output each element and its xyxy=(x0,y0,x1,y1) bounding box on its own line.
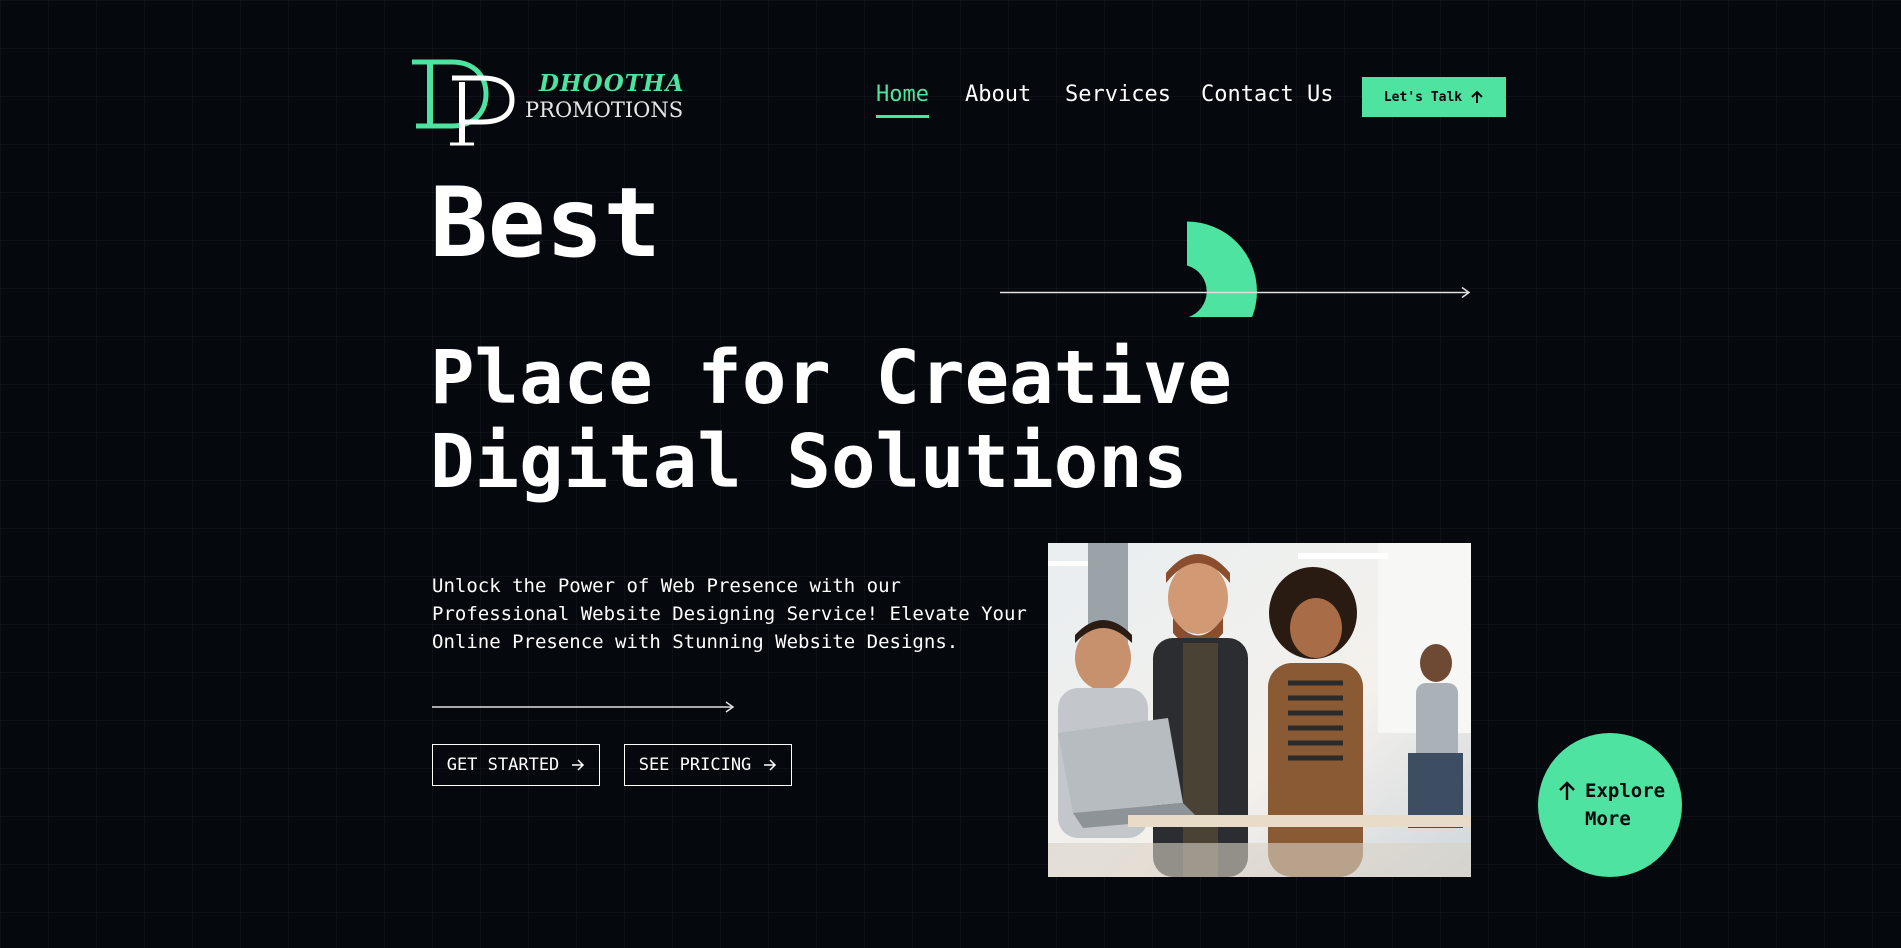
see-pricing-button[interactable]: SEE PRICING xyxy=(624,744,792,786)
team-photo xyxy=(1048,543,1471,877)
brand-logo[interactable]: DHOOTHA PROMOTIONS xyxy=(412,56,683,148)
divider-arrow xyxy=(432,701,735,713)
get-started-label: GET STARTED xyxy=(446,755,560,775)
team-photo-image xyxy=(1048,543,1471,877)
explore-more-button[interactable]: Explore More xyxy=(1538,733,1682,877)
arrow-right-icon xyxy=(764,759,777,771)
see-pricing-label: SEE PRICING xyxy=(638,755,752,775)
get-started-button[interactable]: GET STARTED xyxy=(432,744,600,786)
dp-monogram-icon xyxy=(412,59,515,146)
nav-item-label: Services xyxy=(1065,82,1171,107)
half-circle-shape xyxy=(1187,221,1257,317)
explore-label-line2: More xyxy=(1585,808,1631,830)
nav-item-home[interactable]: Home xyxy=(876,82,929,118)
nav-item-contact[interactable]: Contact Us xyxy=(1201,82,1333,107)
lets-talk-button[interactable]: Let's Talk xyxy=(1362,77,1506,117)
tagline-line: Online Presence with Stunning Website De… xyxy=(432,631,959,653)
active-nav-underline xyxy=(876,115,929,118)
hero-title: Place for Creative Digital Solutions xyxy=(430,336,1232,504)
arrow-up-icon xyxy=(1471,90,1483,103)
lets-talk-label: Let's Talk xyxy=(1383,89,1463,105)
brand-name-primary: DHOOTHA xyxy=(539,70,685,97)
decorative-arrow-line xyxy=(1000,221,1471,317)
hero-tagline: Unlock the Power of Web Presence with ou… xyxy=(432,572,1027,656)
nav-item-about[interactable]: About xyxy=(965,82,1031,107)
hero-headline-word: Best xyxy=(430,167,662,279)
nav-item-services[interactable]: Services xyxy=(1065,82,1171,107)
tagline-line: Unlock the Power of Web Presence with ou… xyxy=(432,575,901,597)
tagline-line: Professional Website Designing Service! … xyxy=(432,603,1027,625)
hero-title-line1: Place for Creative xyxy=(430,335,1232,421)
nav-item-label: Home xyxy=(876,82,929,107)
nav-item-label: Contact Us xyxy=(1201,82,1334,107)
hero-title-line2: Digital Solutions xyxy=(430,419,1188,505)
nav-item-label: About xyxy=(965,82,1032,107)
explore-label-line1: Explore xyxy=(1585,780,1666,802)
arrow-right-icon xyxy=(572,759,585,771)
arrow-up-icon xyxy=(1559,781,1575,800)
brand-name-secondary: PROMOTIONS xyxy=(525,98,684,122)
